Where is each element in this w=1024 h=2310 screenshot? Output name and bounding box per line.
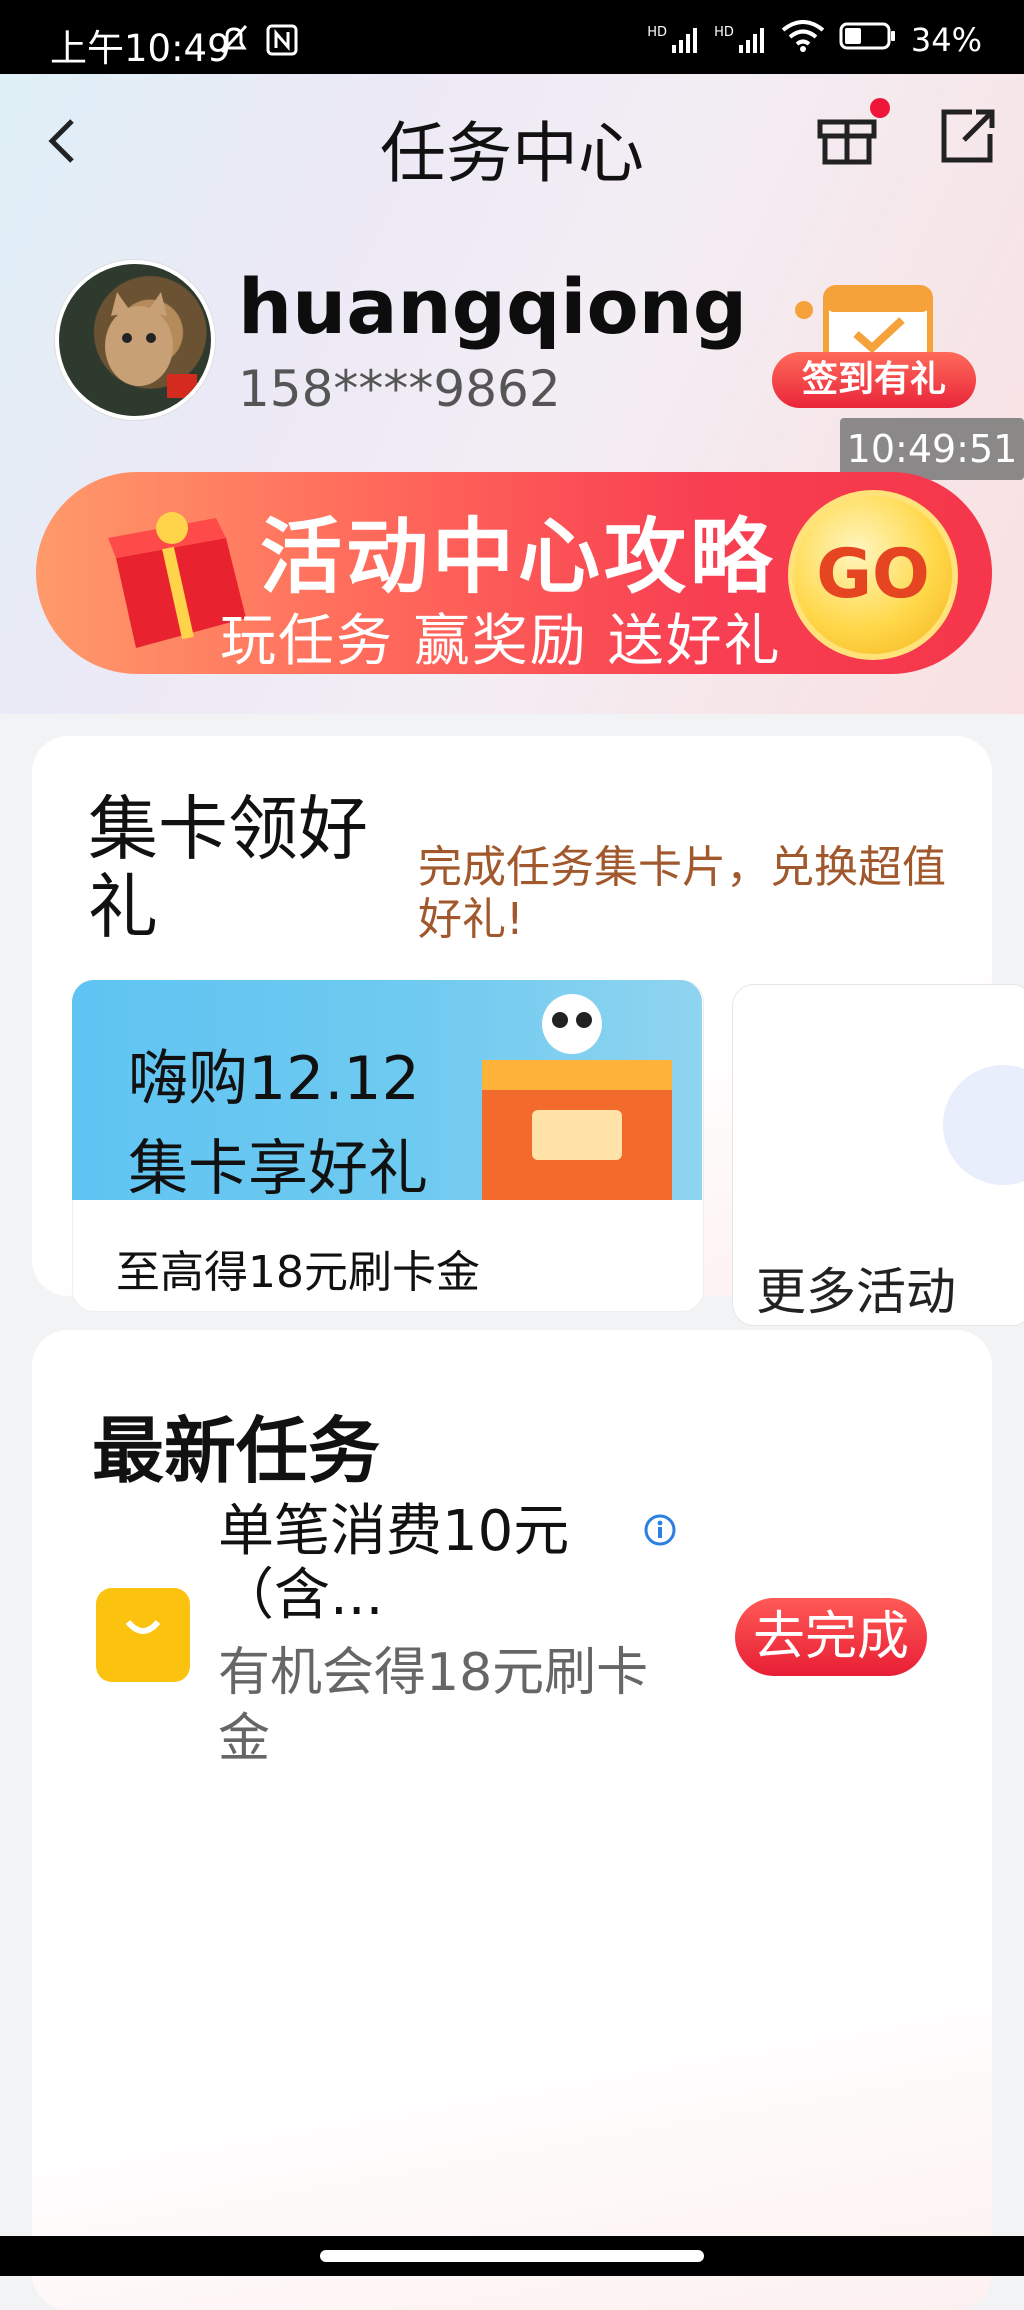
activity-caption: 至高得18元刷卡金	[116, 1247, 480, 1298]
status-time: 上午10:49	[50, 27, 231, 70]
battery-percent: 34%	[910, 21, 982, 59]
info-icon[interactable]	[644, 1514, 676, 1546]
shopping-gift-illustration	[482, 994, 672, 1200]
complete-task-button[interactable]: 去完成	[735, 1598, 927, 1676]
share-icon	[941, 109, 995, 163]
username: huangqiong	[238, 262, 748, 351]
more-activities-icon	[943, 1065, 1024, 1185]
latest-tasks-title: 最新任务	[92, 1409, 381, 1493]
shopping-bag-icon	[96, 1588, 190, 1682]
battery-icon	[839, 21, 897, 59]
overlay-clock: 10:49:51	[840, 418, 1024, 480]
banner-title: 活动中心攻略	[260, 510, 777, 605]
banner-subtitle: 玩任务 赢奖励 送好礼	[220, 609, 782, 674]
cat-avatar-icon	[105, 292, 197, 398]
nfc-icon	[264, 22, 300, 62]
more-activities-label[interactable]: 更多活动	[756, 1252, 956, 1324]
share-button[interactable]	[932, 100, 1002, 170]
task-reward: 有机会得18元刷卡金	[218, 1643, 649, 1769]
wifi-icon	[781, 20, 825, 60]
task-name: 单笔消费10元（含...	[218, 1499, 570, 1628]
activity-title-line2: 集卡享好礼	[128, 1134, 428, 1204]
phone-number: 158****9862	[238, 360, 561, 418]
notification-dot	[870, 98, 890, 118]
card-collection-description: 完成任务集卡片，兑换超值好礼!	[418, 842, 946, 945]
signin-label[interactable]: 签到有礼	[772, 352, 976, 408]
status-indicators: HD HD 34%	[647, 20, 982, 60]
go-button[interactable]: GO	[788, 490, 958, 660]
activity-title-line1: 嗨购12.12	[128, 1044, 420, 1114]
home-indicator[interactable]	[320, 2250, 704, 2262]
avatar[interactable]	[55, 260, 215, 420]
signal-icon: HD	[647, 25, 700, 55]
card-collection-title: 集卡领好礼	[88, 788, 368, 948]
signal-icon-2: HD	[714, 25, 767, 55]
mute-icon	[216, 22, 252, 62]
